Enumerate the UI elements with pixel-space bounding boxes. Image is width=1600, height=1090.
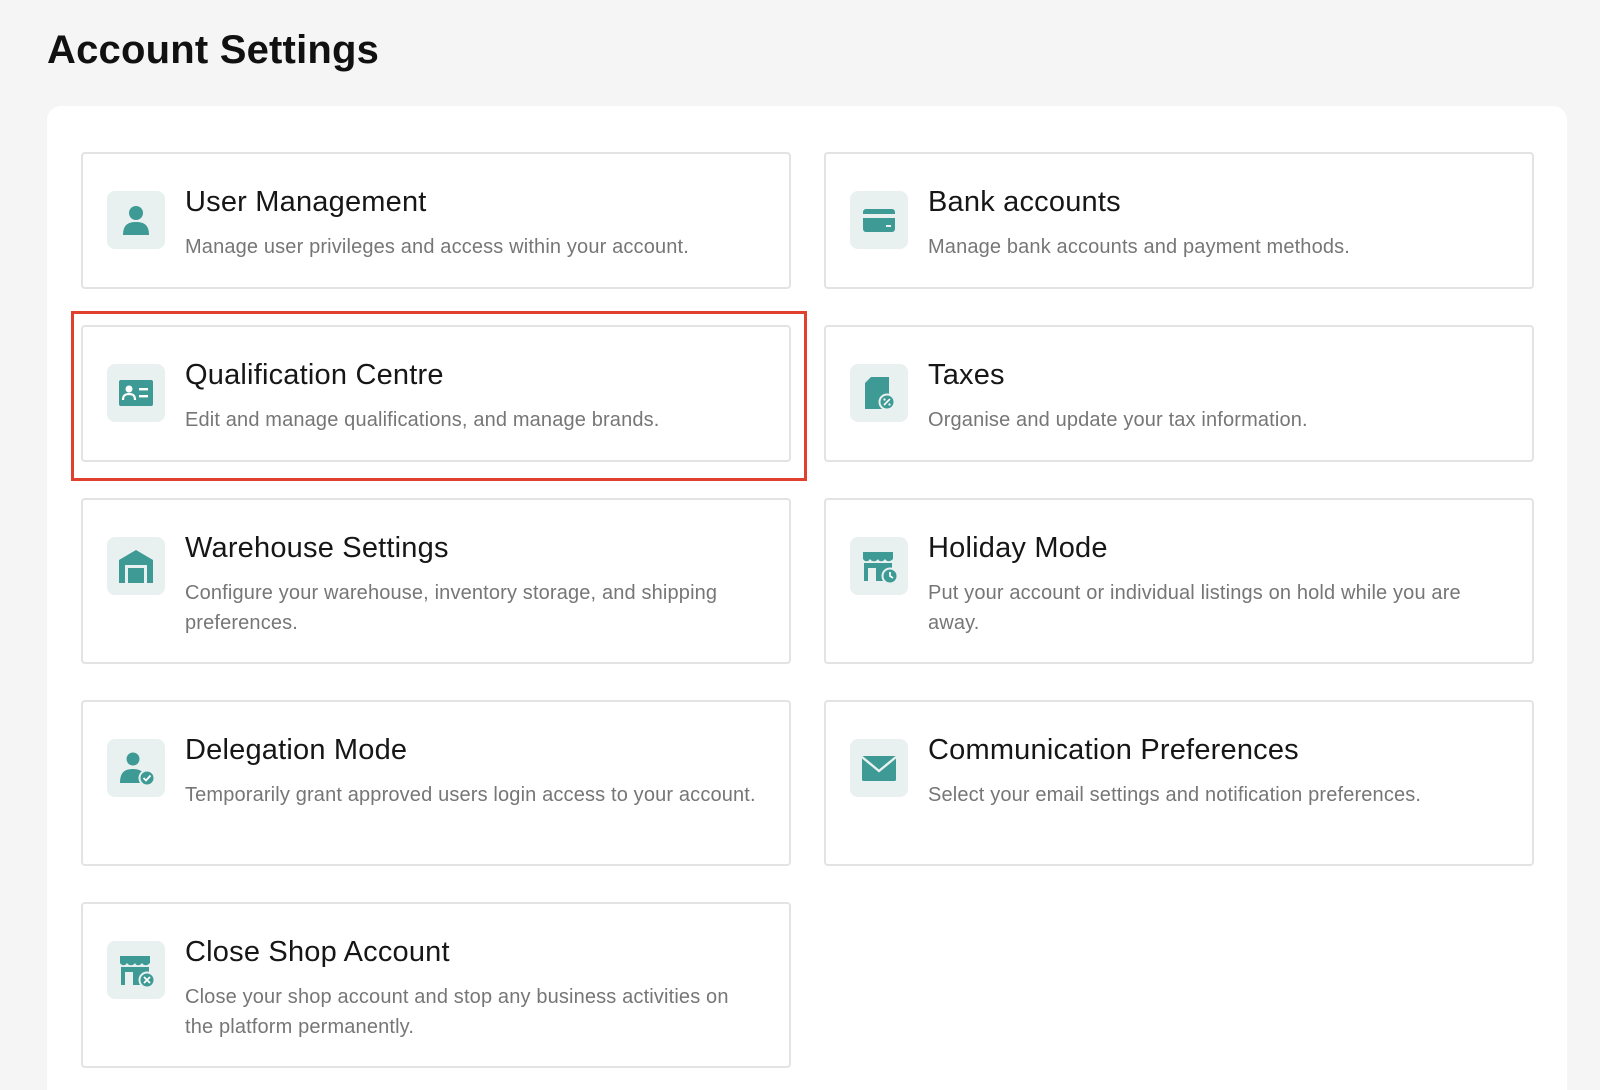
card-description: Manage bank accounts and payment methods… bbox=[928, 236, 1350, 258]
card-title: Holiday Mode bbox=[928, 532, 1108, 564]
card-title: User Management bbox=[185, 186, 427, 218]
card-description: Close your shop account and stop any bus… bbox=[185, 986, 729, 1038]
card-title: Warehouse Settings bbox=[185, 532, 449, 564]
tax-document-icon bbox=[850, 364, 908, 422]
card-title: Communication Preferences bbox=[928, 734, 1299, 766]
card-title: Taxes bbox=[928, 359, 1005, 391]
card-delegation-mode[interactable]: Delegation Mode Temporarily grant approv… bbox=[81, 700, 791, 866]
card-description: Temporarily grant approved users login a… bbox=[185, 784, 756, 806]
card-bank-accounts[interactable]: Bank accounts Manage bank accounts and p… bbox=[824, 152, 1534, 289]
envelope-icon bbox=[850, 739, 908, 797]
id-card-icon bbox=[107, 364, 165, 422]
card-title: Qualification Centre bbox=[185, 359, 444, 391]
card-qualification-centre[interactable]: Qualification Centre Edit and manage qua… bbox=[81, 325, 791, 462]
card-description: Manage user privileges and access within… bbox=[185, 236, 689, 258]
card-warehouse-settings[interactable]: Warehouse Settings Configure your wareho… bbox=[81, 498, 791, 664]
card-description: Put your account or individual listings … bbox=[928, 582, 1461, 634]
card-description: Organise and update your tax information… bbox=[928, 409, 1308, 431]
card-communication-preferences[interactable]: Communication Preferences Select your em… bbox=[824, 700, 1534, 866]
card-close-shop-account[interactable]: Close Shop Account Close your shop accou… bbox=[81, 902, 791, 1068]
card-description: Edit and manage qualifications, and mana… bbox=[185, 409, 660, 431]
card-title: Close Shop Account bbox=[185, 936, 450, 968]
warehouse-icon bbox=[107, 537, 165, 595]
store-close-icon bbox=[107, 941, 165, 999]
account-settings-page: Account Settings User Management Manage … bbox=[0, 0, 1600, 1090]
page-title: Account Settings bbox=[47, 28, 380, 72]
store-clock-icon bbox=[850, 537, 908, 595]
card-title: Bank accounts bbox=[928, 186, 1121, 218]
card-user-management[interactable]: User Management Manage user privileges a… bbox=[81, 152, 791, 289]
card-description: Select your email settings and notificat… bbox=[928, 784, 1422, 806]
user-icon bbox=[107, 191, 165, 249]
user-check-icon bbox=[107, 739, 165, 797]
card-taxes[interactable]: Taxes Organise and update your tax infor… bbox=[824, 325, 1534, 462]
credit-card-icon bbox=[850, 191, 908, 249]
card-description: Configure your warehouse, inventory stor… bbox=[185, 582, 718, 634]
card-holiday-mode[interactable]: Holiday Mode Put your account or individ… bbox=[824, 498, 1534, 664]
card-title: Delegation Mode bbox=[185, 734, 408, 766]
